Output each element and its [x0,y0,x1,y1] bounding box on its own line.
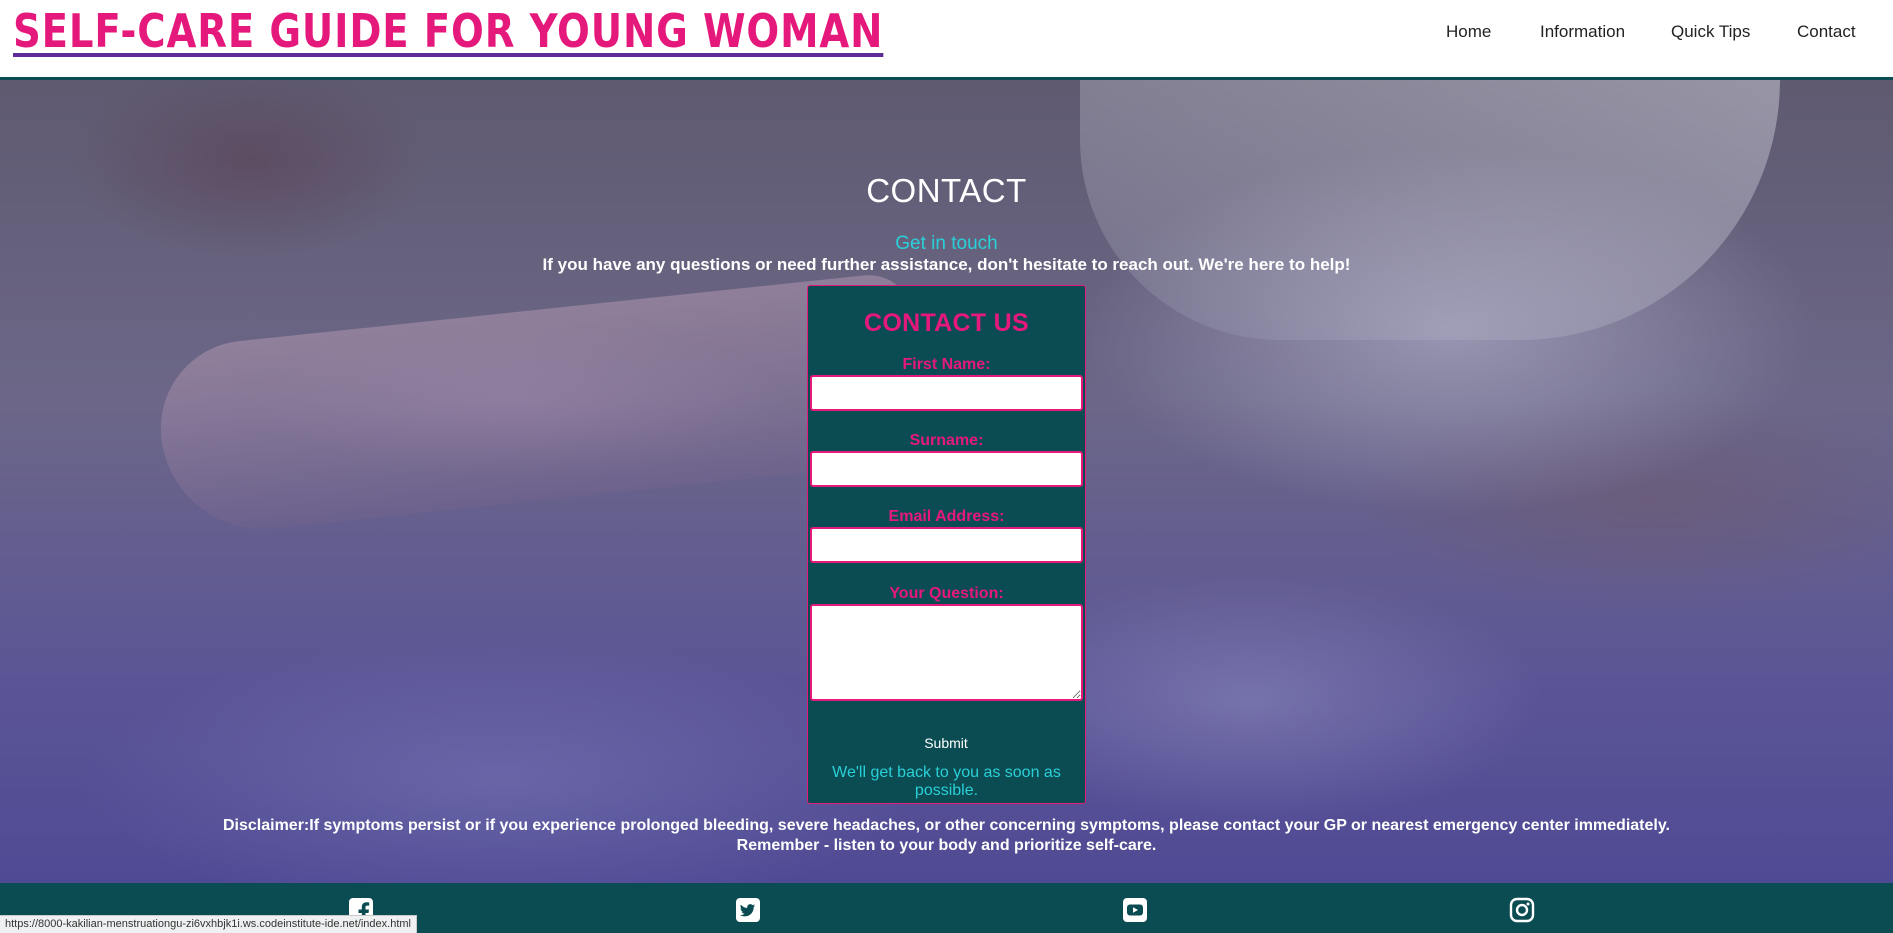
question-label: Your Question: [889,585,1004,602]
disclaimer-line-1: Disclaimer:If symptoms persist or if you… [222,817,1670,834]
browser-status-url: https://8000-kakilian-menstruationgu-zi6… [0,915,417,933]
nav-home[interactable]: Home [1446,22,1491,42]
form-response-note: We'll get back to you as soon as possibl… [832,764,1061,799]
disclaimer: Disclaimer:If symptoms persist or if you… [0,816,1893,856]
nav-contact[interactable]: Contact [1797,22,1856,42]
contact-subheading: Get in touch [895,233,998,254]
first-name-label: First Name: [902,356,991,373]
email-label: Email Address: [888,508,1005,525]
first-name-input[interactable] [810,375,1083,411]
contact-form: CONTACT US First Name: Surname: Email Ad… [807,285,1086,804]
surname-label: Surname: [909,432,984,449]
twitter-icon[interactable] [735,897,761,923]
nav-information[interactable]: Information [1540,22,1625,42]
contact-heading: CONTACT [866,172,1027,209]
site-title-link[interactable]: SELF-CARE GUIDE FOR YOUNG WOMAN [13,4,883,58]
submit-button[interactable]: Submit [908,731,984,755]
instagram-icon[interactable] [1509,897,1535,923]
form-title: CONTACT US [863,309,1030,337]
hero-image-shirt [1080,80,1780,340]
contact-lead-text: If you have any questions or need furthe… [542,255,1351,274]
youtube-icon[interactable] [1122,897,1148,923]
question-textarea[interactable] [810,604,1083,701]
disclaimer-line-2: Remember - listen to your body and prior… [736,837,1157,854]
nav-quick-tips[interactable]: Quick Tips [1671,22,1750,42]
surname-input[interactable] [810,451,1083,487]
site-header: SELF-CARE GUIDE FOR YOUNG WOMAN Home Inf… [0,0,1893,80]
email-input[interactable] [810,527,1083,563]
